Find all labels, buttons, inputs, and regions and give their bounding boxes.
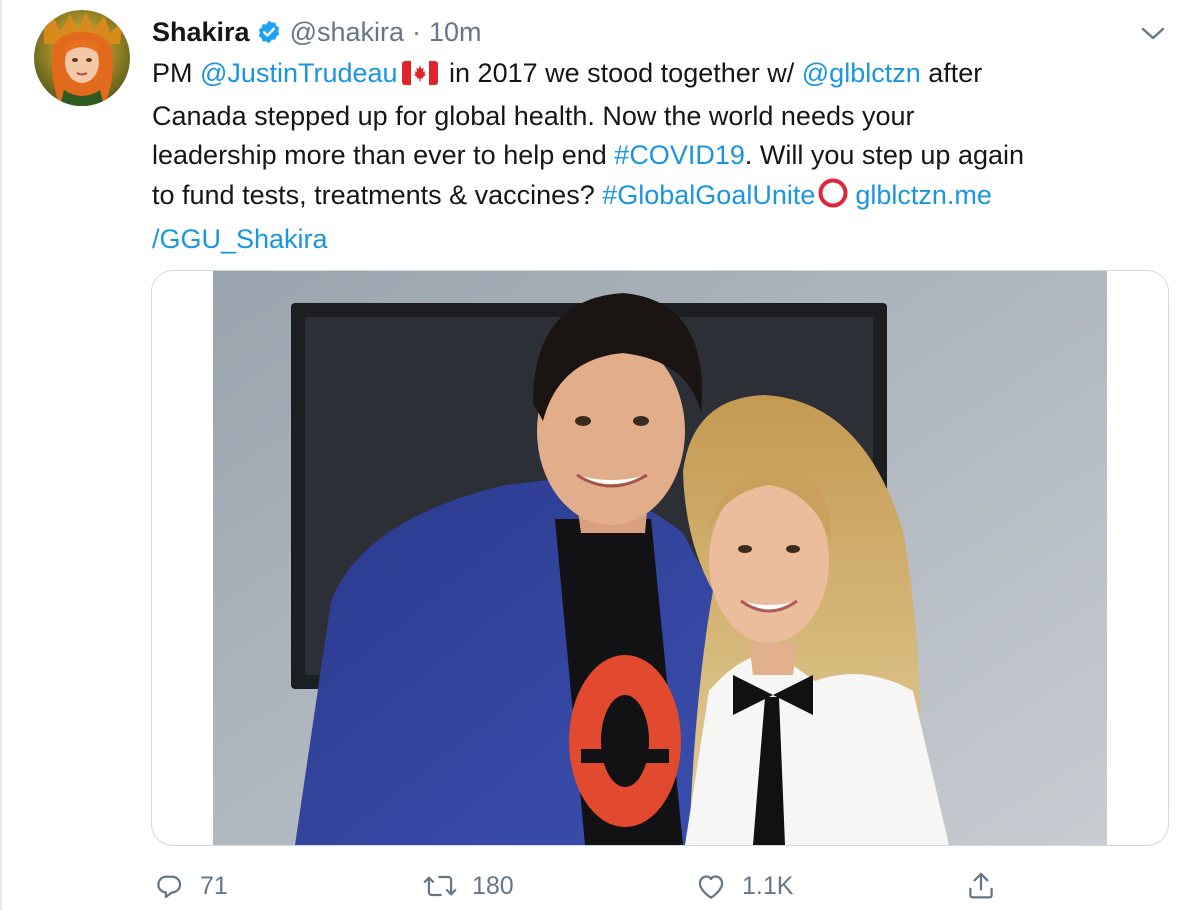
text-segment: after: [920, 58, 983, 88]
heart-icon: [694, 869, 728, 903]
tweet-text-line-3: leadership more than ever to help end #C…: [152, 136, 1162, 176]
hashtag-globalgoalunite-link[interactable]: #GlobalGoalUnite: [602, 180, 815, 210]
like-count: 1.1K: [742, 871, 794, 900]
photo-two-people-image: [213, 271, 1107, 845]
mention-justintrudeau-link[interactable]: @JustinTrudeau: [200, 58, 398, 88]
timeline-divider: [0, 0, 2, 910]
url-link-part-1[interactable]: glblctzn.me: [855, 180, 992, 210]
hashtag-covid19-link[interactable]: #COVID19: [614, 140, 745, 170]
url-link-part-2[interactable]: /GGU_Shakira: [152, 224, 328, 254]
retweet-icon: [422, 869, 458, 903]
tweet-header: Shakira @shakira · 10m: [152, 14, 482, 50]
author-name[interactable]: Shakira: [152, 17, 250, 48]
avatar[interactable]: [34, 10, 130, 106]
author-handle[interactable]: @shakira: [290, 17, 404, 48]
like-button[interactable]: 1.1K: [694, 866, 793, 906]
verified-badge-icon: [256, 19, 282, 45]
tweet-text: PM @JustinTrudeau in 2017 we stood toget…: [152, 54, 1162, 260]
separator-dot: ·: [412, 16, 422, 47]
reply-button[interactable]: 71: [152, 866, 228, 906]
chevron-down-icon[interactable]: [1138, 22, 1168, 44]
text-segment: to fund tests, treatments & vaccines?: [152, 179, 603, 210]
text-segment: leadership more than ever to help end: [152, 140, 615, 170]
tweet-text-line-4: to fund tests, treatments & vaccines? #G…: [152, 176, 1162, 221]
reply-icon: [152, 869, 186, 903]
text-segment: PM: [152, 58, 201, 88]
mention-glblctzn-link[interactable]: @glblctzn: [802, 58, 921, 88]
text-segment: in 2017 we stood together w/: [441, 58, 802, 88]
share-icon: [964, 869, 998, 903]
tweet-text-line-1: PM @JustinTrudeau in 2017 we stood toget…: [152, 54, 1162, 97]
share-button[interactable]: [964, 866, 998, 906]
tweet-text-line-5: /GGU_Shakira: [152, 220, 1162, 260]
retweet-count: 180: [472, 871, 514, 900]
tweet-actions: 71 180 1.1K: [152, 866, 1002, 906]
reply-count: 71: [200, 871, 228, 900]
text-segment: . Will you step up again: [744, 140, 1025, 170]
red-ring-icon: [817, 177, 849, 221]
tweet-timestamp[interactable]: 10m: [429, 17, 482, 48]
canada-flag-icon: [401, 57, 438, 97]
tweet[interactable]: Shakira @shakira · 10m PM @JustinTrudeau…: [0, 0, 1190, 910]
retweet-button[interactable]: 180: [422, 866, 514, 906]
avatar-image: [34, 10, 130, 106]
tweet-text-line-2: Canada stepped up for global health. Now…: [152, 100, 915, 131]
tweet-media[interactable]: [151, 270, 1169, 846]
